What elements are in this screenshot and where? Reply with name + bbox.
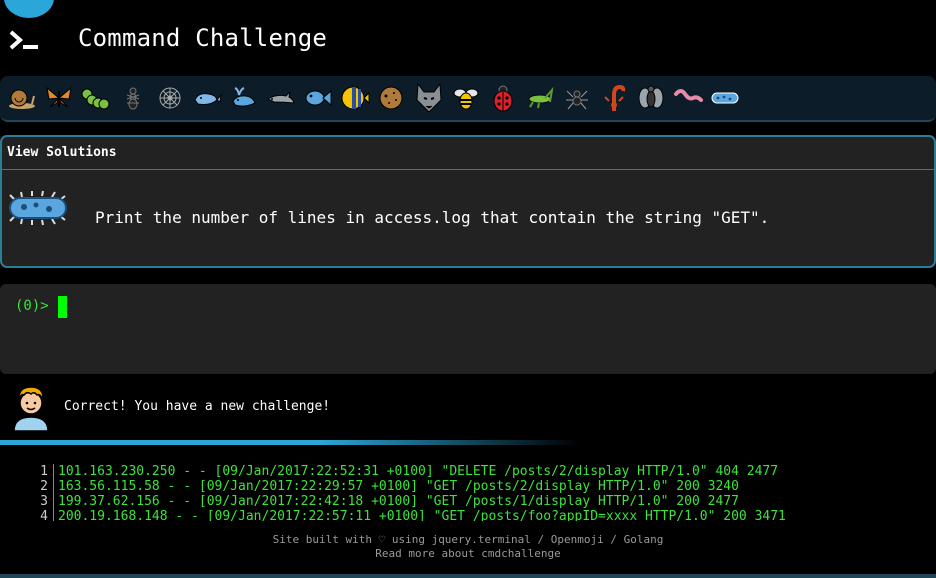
line-number: 2	[40, 479, 48, 494]
line-text: 163.56.115.58 - - [09/Jan/2017:22:29:57 …	[58, 479, 739, 494]
line-text: 101.163.230.250 - - [09/Jan/2017:22:52:3…	[58, 464, 779, 479]
line-number: 4	[40, 509, 48, 521]
footer-credits: Site built with ♡ using jquery.terminal …	[272, 533, 664, 546]
ant-icon[interactable]	[117, 82, 148, 114]
fish-icon[interactable]	[302, 82, 333, 114]
tropical-fish-icon[interactable]	[339, 82, 370, 114]
bee-icon[interactable]	[450, 82, 481, 114]
butterfly-icon[interactable]	[43, 82, 74, 114]
challenge-prompt: Print the number of lines in access.log …	[95, 208, 770, 227]
view-solutions-link[interactable]: View Solutions	[7, 145, 117, 160]
dolphin-icon[interactable]	[265, 82, 296, 114]
worm-icon[interactable]	[672, 82, 703, 114]
file-line: 2 163.56.115.58 - - [09/Jan/2017:22:29:57…	[30, 479, 910, 494]
terminal-prompt: (0)>	[15, 298, 49, 314]
file-line: 1 101.163.230.250 - - [09/Jan/2017:22:52:…	[30, 464, 910, 479]
ladybug-icon[interactable]	[487, 82, 518, 114]
line-text: 200.19.168.148 - - [09/Jan/2017:22:57:11…	[58, 509, 786, 521]
line-number: 3	[40, 494, 48, 509]
file-line: 4 200.19.168.148 - - [09/Jan/2017:22:57:1…	[30, 509, 910, 521]
user-avatar-icon	[13, 386, 49, 431]
page-title: Command Challenge	[78, 24, 328, 52]
header-decoration	[4, 0, 54, 18]
caterpillar-icon[interactable]	[80, 82, 111, 114]
spouting-whale-icon[interactable]	[228, 82, 259, 114]
snail-icon[interactable]	[6, 82, 37, 114]
terminal-cursor[interactable]	[58, 296, 67, 318]
feedback-message: Correct! You have a new challenge!	[64, 399, 331, 414]
line-number: 1	[40, 464, 48, 479]
access-log-preview: 1 101.163.230.250 - - [09/Jan/2017:22:52:…	[30, 464, 910, 521]
scorpion-icon[interactable]	[598, 82, 629, 114]
terminal-logo-icon[interactable]	[9, 29, 39, 51]
line-text: 199.37.62.156 - - [09/Jan/2017:22:42:18 …	[58, 494, 739, 509]
microbe-icon[interactable]	[709, 82, 740, 114]
spider-web-icon[interactable]	[154, 82, 185, 114]
terminal[interactable]: (0)>	[0, 284, 936, 374]
cricket-icon[interactable]	[524, 82, 555, 114]
panel-divider	[2, 169, 934, 170]
wolf-icon[interactable]	[413, 82, 444, 114]
blowfish-icon[interactable]	[376, 82, 407, 114]
bottom-bar	[0, 574, 936, 578]
challenge-icon-strip	[0, 76, 936, 122]
file-line: 3 199.37.62.156 - - [09/Jan/2017:22:42:18…	[30, 494, 910, 509]
spider-icon[interactable]	[561, 82, 592, 114]
challenge-panel: View Solutions	[0, 135, 936, 268]
read-more-link[interactable]: Read more about cmdchallenge	[375, 547, 560, 560]
footer: Site built with ♡ using jquery.terminal …	[0, 533, 936, 561]
microbe-icon	[9, 190, 67, 226]
whale-icon[interactable]	[191, 82, 222, 114]
section-divider	[0, 440, 580, 445]
fly-icon[interactable]	[635, 82, 666, 114]
